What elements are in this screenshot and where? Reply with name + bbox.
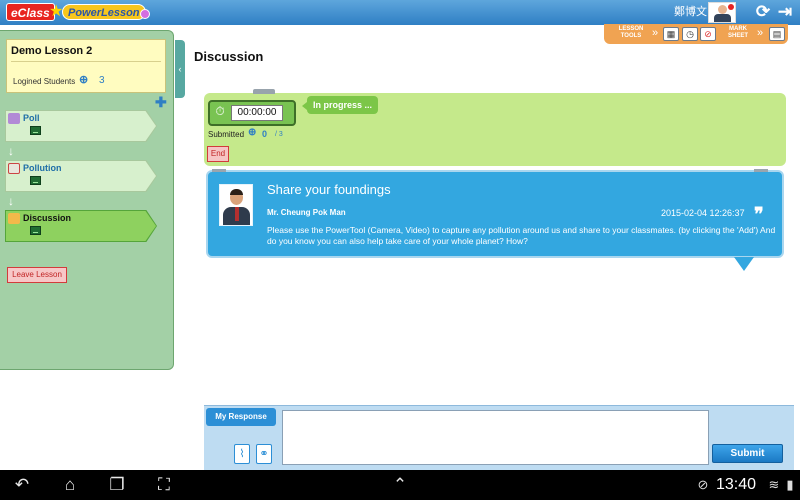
decoration-dot-icon: [140, 9, 150, 19]
logged-students-label: Logined Students: [13, 77, 76, 86]
system-nav-bar: ↶ ⌂ ❐ ⛶ ⌃ ⊘ 13:40 ≋ ▮: [0, 470, 800, 500]
top-bar: eClass ★ PowerLesson 鄭博文 ⟳ ⇥: [0, 0, 800, 25]
response-input[interactable]: [282, 410, 709, 465]
status-badge: In progress ...: [301, 96, 379, 114]
poll-icon: [8, 113, 20, 124]
page-title: Discussion: [194, 49, 264, 64]
clock: 13:40: [716, 476, 757, 493]
sidebar-item-label: Discussion: [23, 213, 72, 223]
eclass-logo: eClass: [6, 3, 55, 21]
response-area: My Response ⌇ ⚭ Submit: [204, 405, 794, 470]
card-body: Please use the PowerTool (Camera, Video)…: [267, 225, 776, 246]
exit-icon[interactable]: ⇥: [776, 2, 794, 22]
screen: eClass ★ PowerLesson 鄭博文 ⟳ ⇥ LESSON TOOL…: [0, 0, 800, 500]
card-tail: [734, 257, 754, 271]
paperclip-icon[interactable]: ⌇: [234, 444, 250, 464]
submitted-label: Submitted: [208, 130, 245, 139]
sidebar-item-discussion[interactable]: Discussion: [5, 210, 157, 242]
user-avatar[interactable]: [708, 2, 736, 23]
grid-tool-icon[interactable]: ▦: [663, 27, 679, 41]
my-response-tab: My Response: [206, 408, 276, 426]
screenshot-icon[interactable]: ⛶: [150, 474, 178, 496]
magnifier-icon[interactable]: ⊕: [79, 73, 88, 86]
recent-apps-icon[interactable]: ❐: [103, 474, 131, 496]
magnifier-icon[interactable]: ⊕: [248, 127, 256, 138]
lesson-title: Demo Lesson 2: [11, 45, 93, 57]
divider: [11, 61, 161, 62]
blocked-icon: ⊘: [697, 477, 709, 492]
card-tab: [754, 169, 768, 172]
leave-lesson-button[interactable]: Leave Lesson: [7, 267, 67, 283]
collapse-panel-handle[interactable]: ‹: [175, 40, 185, 98]
logged-students-count[interactable]: 3: [99, 75, 105, 86]
stopwatch-tool-icon[interactable]: ⊘: [700, 27, 716, 41]
arrow-down-icon: ↓: [8, 194, 14, 208]
submit-button[interactable]: Submit: [712, 444, 783, 463]
add-step-icon[interactable]: ✚: [155, 95, 167, 109]
timer-tab: [253, 89, 275, 94]
arrow-down-icon: ↓: [8, 144, 14, 158]
lesson-tools-button[interactable]: LESSON TOOLS: [614, 26, 648, 40]
card-title: Share your foundings: [267, 182, 391, 197]
submitted-count[interactable]: 0: [262, 129, 267, 139]
document-icon: [8, 163, 20, 174]
wifi-icon: ≋: [768, 477, 780, 492]
user-name: 鄭博文: [674, 6, 707, 18]
chevron-right-icon: »: [652, 27, 659, 39]
sidebar-item-label: Poll: [23, 113, 40, 123]
lesson-tools-bar: LESSON TOOLS » ▦ ◷ ⊘ MARK SHEET » ▤: [604, 24, 788, 44]
end-button[interactable]: End: [207, 146, 229, 162]
lesson-sidebar: Demo Lesson 2 Logined Students ⊕ 3 ✚ Pol…: [0, 30, 174, 370]
home-icon[interactable]: ⌂: [56, 474, 84, 496]
chevron-right-icon: »: [757, 27, 764, 39]
timer-widget[interactable]: ⏱ 00:00:00: [208, 100, 296, 126]
lesson-info-box: Demo Lesson 2 Logined Students ⊕ 3: [6, 39, 166, 93]
board-icon: [30, 226, 41, 235]
battery-icon: ▮: [786, 477, 794, 492]
sidebar-item-label: Pollution: [23, 163, 62, 173]
sidebar-item-pollution[interactable]: Pollution: [5, 160, 157, 192]
mark-sheet-icon[interactable]: ▤: [769, 27, 785, 41]
sidebar-item-poll[interactable]: Poll: [5, 110, 157, 142]
back-icon[interactable]: ↶: [8, 474, 36, 496]
activity-status-panel: ⏱ 00:00:00 In progress ... Submitted ⊕ 0…: [204, 89, 786, 166]
refresh-icon[interactable]: ⟳: [754, 2, 772, 22]
quote-icon[interactable]: ❞: [754, 205, 770, 223]
chevron-up-icon[interactable]: ⌃: [386, 474, 414, 496]
card-timestamp: 2015-02-04 12:26:37: [661, 208, 745, 218]
board-icon: [30, 126, 41, 135]
card-tab: [212, 169, 226, 172]
discussion-card: Share your foundings Mr. Cheung Pok Man …: [206, 169, 784, 258]
timer-display: 00:00:00: [231, 105, 283, 121]
author-photo: [219, 184, 253, 226]
timer-tool-icon[interactable]: ◷: [682, 27, 698, 41]
powerlesson-logo: PowerLesson: [62, 4, 146, 20]
submitted-total: / 3: [275, 131, 283, 138]
stopwatch-icon: ⏱: [215, 104, 225, 118]
board-icon: [30, 176, 41, 185]
card-author: Mr. Cheung Pok Man: [267, 208, 346, 217]
mark-sheet-button[interactable]: MARK SHEET: [723, 26, 753, 40]
folder-icon: [8, 213, 20, 224]
link-icon[interactable]: ⚭: [256, 444, 272, 464]
